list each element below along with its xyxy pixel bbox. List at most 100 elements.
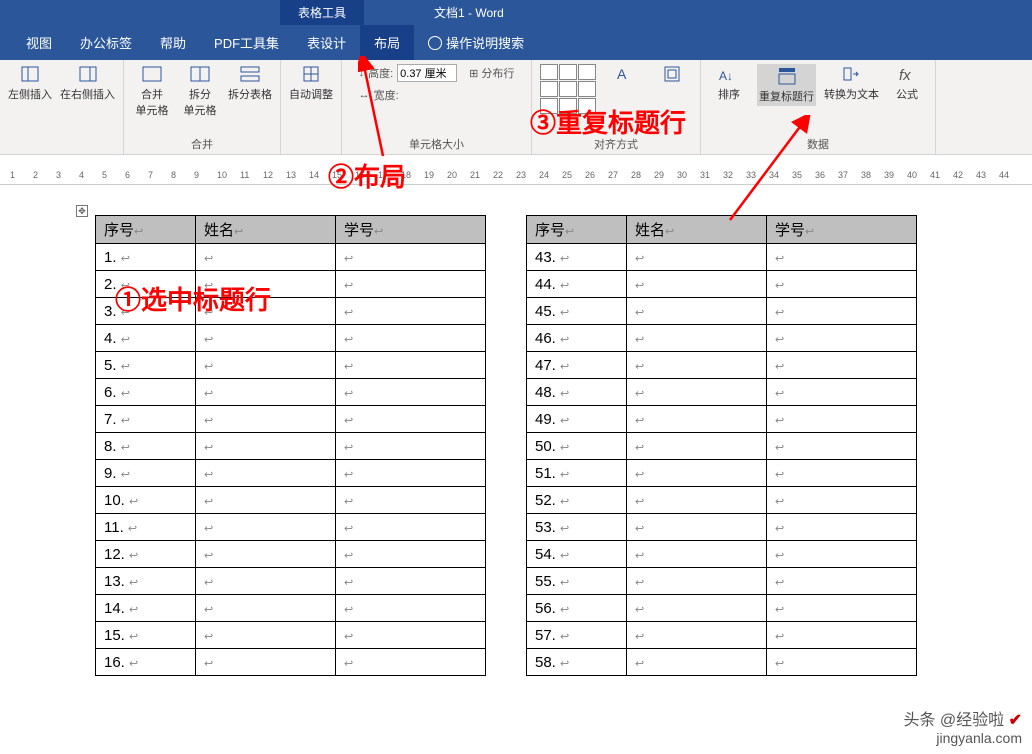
table-row[interactable]: 48. ↩↩↩ <box>527 379 917 406</box>
cell-margin-button[interactable] <box>652 64 692 84</box>
table-row[interactable]: 58. ↩↩↩ <box>527 649 917 676</box>
table-row[interactable]: 4. ↩↩↩ <box>96 325 486 352</box>
repeat-header-button[interactable]: 重复标题行 <box>757 64 816 106</box>
table-left[interactable]: 序号↩ 姓名↩ 学号↩ 1. ↩↩↩2. ↩↩↩3. ↩↩↩4. ↩↩↩5. ↩… <box>95 215 486 676</box>
group-data: A↓ 排序 重复标题行 转换为文本 fx 公式 数据 <box>701 60 936 154</box>
table-row[interactable]: 44. ↩↩↩ <box>527 271 917 298</box>
table-row[interactable]: 10. ↩↩↩ <box>96 487 486 514</box>
formula-button[interactable]: fx 公式 <box>887 64 927 102</box>
group-insert: 左侧插入 在右侧插入 <box>0 60 124 154</box>
insert-right-button[interactable]: 在右侧插入 <box>60 64 115 102</box>
table-row[interactable]: 9. ↩↩↩ <box>96 460 486 487</box>
dist-rows-button[interactable]: ⊞ 分布行 <box>469 65 514 81</box>
table-row[interactable]: 46. ↩↩↩ <box>527 325 917 352</box>
lightbulb-icon <box>428 36 442 50</box>
group-align: A 对齐方式 <box>532 60 701 154</box>
th-seq-r[interactable]: 序号↩ <box>527 216 627 244</box>
table-row[interactable]: 53. ↩↩↩ <box>527 514 917 541</box>
table-row[interactable]: 13. ↩↩↩ <box>96 568 486 595</box>
sort-icon: A↓ <box>719 64 739 84</box>
split-table-icon <box>240 64 260 84</box>
table-row[interactable]: 6. ↩↩↩ <box>96 379 486 406</box>
table-row[interactable]: 14. ↩↩↩ <box>96 595 486 622</box>
table-row[interactable]: 12. ↩↩↩ <box>96 541 486 568</box>
table-row[interactable]: 43. ↩↩↩ <box>527 244 917 271</box>
table-row[interactable]: 55. ↩↩↩ <box>527 568 917 595</box>
autofit-icon <box>301 64 321 84</box>
table-row[interactable]: 16. ↩↩↩ <box>96 649 486 676</box>
insert-right-icon <box>78 64 98 84</box>
table-row[interactable]: 52. ↩↩↩ <box>527 487 917 514</box>
ribbon: 左侧插入 在右侧插入 合并 单元格 拆分 单元格 拆分表格 合并 <box>0 60 1032 155</box>
convert-icon <box>842 64 862 84</box>
tab-pdf[interactable]: PDF工具集 <box>200 25 293 60</box>
table-row[interactable]: 1. ↩↩↩ <box>96 244 486 271</box>
formula-icon: fx <box>897 64 917 84</box>
table-row[interactable]: 8. ↩↩↩ <box>96 433 486 460</box>
tell-me[interactable]: 操作说明搜索 <box>414 25 538 60</box>
convert-text-button[interactable]: 转换为文本 <box>824 64 879 102</box>
split-table-button[interactable]: 拆分表格 <box>228 64 272 102</box>
table-row[interactable]: 15. ↩↩↩ <box>96 622 486 649</box>
table-row[interactable]: 5. ↩↩↩ <box>96 352 486 379</box>
table-row[interactable]: 57. ↩↩↩ <box>527 622 917 649</box>
tell-me-label: 操作说明搜索 <box>446 33 524 52</box>
split-cell-icon <box>190 64 210 84</box>
table-row[interactable]: 49. ↩↩↩ <box>527 406 917 433</box>
tab-table-design[interactable]: 表设计 <box>293 25 360 60</box>
height-label: 高度: <box>368 65 393 81</box>
tab-office[interactable]: 办公标签 <box>66 25 146 60</box>
table-row[interactable]: 51. ↩↩↩ <box>527 460 917 487</box>
table-row[interactable]: 45. ↩↩↩ <box>527 298 917 325</box>
width-icon: ↔ <box>359 89 370 101</box>
table-right[interactable]: 序号↩ 姓名↩ 学号↩ 43. ↩↩↩44. ↩↩↩45. ↩↩↩46. ↩↩↩… <box>526 215 917 676</box>
table-row[interactable]: 7. ↩↩↩ <box>96 406 486 433</box>
alignment-grid[interactable] <box>540 64 596 114</box>
tab-layout[interactable]: 布局 <box>360 25 414 60</box>
table-row[interactable]: 11. ↩↩↩ <box>96 514 486 541</box>
tab-view[interactable]: 视图 <box>12 25 66 60</box>
th-name[interactable]: 姓名↩ <box>196 216 336 244</box>
sort-button[interactable]: A↓ 排序 <box>709 64 749 102</box>
table-row[interactable]: 56. ↩↩↩ <box>527 595 917 622</box>
th-id[interactable]: 学号↩ <box>336 216 486 244</box>
th-seq[interactable]: 序号↩ <box>96 216 196 244</box>
align-group-label: 对齐方式 <box>594 134 638 152</box>
split-cells-button[interactable]: 拆分 单元格 <box>180 64 220 118</box>
height-input[interactable] <box>397 64 457 82</box>
doc-title: 文档1 - Word <box>434 4 504 21</box>
th-name-r[interactable]: 姓名↩ <box>627 216 767 244</box>
header-row-right: 序号↩ 姓名↩ 学号↩ <box>527 216 917 244</box>
text-direction-button[interactable]: A <box>604 64 644 84</box>
cell-margin-icon <box>662 64 682 84</box>
height-icon: ↕ <box>359 67 365 79</box>
document-area: 序号↩ 姓名↩ 学号↩ 1. ↩↩↩2. ↩↩↩3. ↩↩↩4. ↩↩↩5. ↩… <box>0 185 1032 676</box>
size-group-label: 单元格大小 <box>409 134 464 152</box>
text-direction-icon: A <box>614 64 634 84</box>
table-row[interactable]: 3. ↩↩↩ <box>96 298 486 325</box>
width-label: 宽度: <box>374 87 399 103</box>
watermark: 头条 @经验啦 ✔ jingyanla.com <box>903 706 1022 746</box>
auto-fit-button[interactable]: 自动调整 <box>289 64 333 102</box>
table-row[interactable]: 47. ↩↩↩ <box>527 352 917 379</box>
group-cell-size: ↕ 高度: ⊞ 分布行 ↔ 宽度: 单元格大小 <box>342 60 532 154</box>
tab-help[interactable]: 帮助 <box>146 25 200 60</box>
insert-left-icon <box>20 64 40 84</box>
header-row-left: 序号↩ 姓名↩ 学号↩ <box>96 216 486 244</box>
svg-text:A↓: A↓ <box>719 69 733 83</box>
table-tools-tab: 表格工具 <box>280 0 364 25</box>
merge-icon <box>142 64 162 84</box>
table-row[interactable]: 50. ↩↩↩ <box>527 433 917 460</box>
merge-group-label: 合并 <box>191 134 213 152</box>
group-merge: 合并 单元格 拆分 单元格 拆分表格 合并 <box>124 60 281 154</box>
table-row[interactable]: 54. ↩↩↩ <box>527 541 917 568</box>
check-icon: ✔ <box>1009 712 1022 729</box>
th-id-r[interactable]: 学号↩ <box>767 216 917 244</box>
merge-cells-button[interactable]: 合并 单元格 <box>132 64 172 118</box>
ruler[interactable]: 1234567891011121314151617181920212223242… <box>0 165 1032 185</box>
group-auto: 自动调整 <box>281 60 342 154</box>
insert-left-button[interactable]: 左侧插入 <box>8 64 52 102</box>
table-row[interactable]: 2. ↩↩↩ <box>96 271 486 298</box>
data-group-label: 数据 <box>807 134 829 152</box>
svg-text:fx: fx <box>899 67 911 84</box>
